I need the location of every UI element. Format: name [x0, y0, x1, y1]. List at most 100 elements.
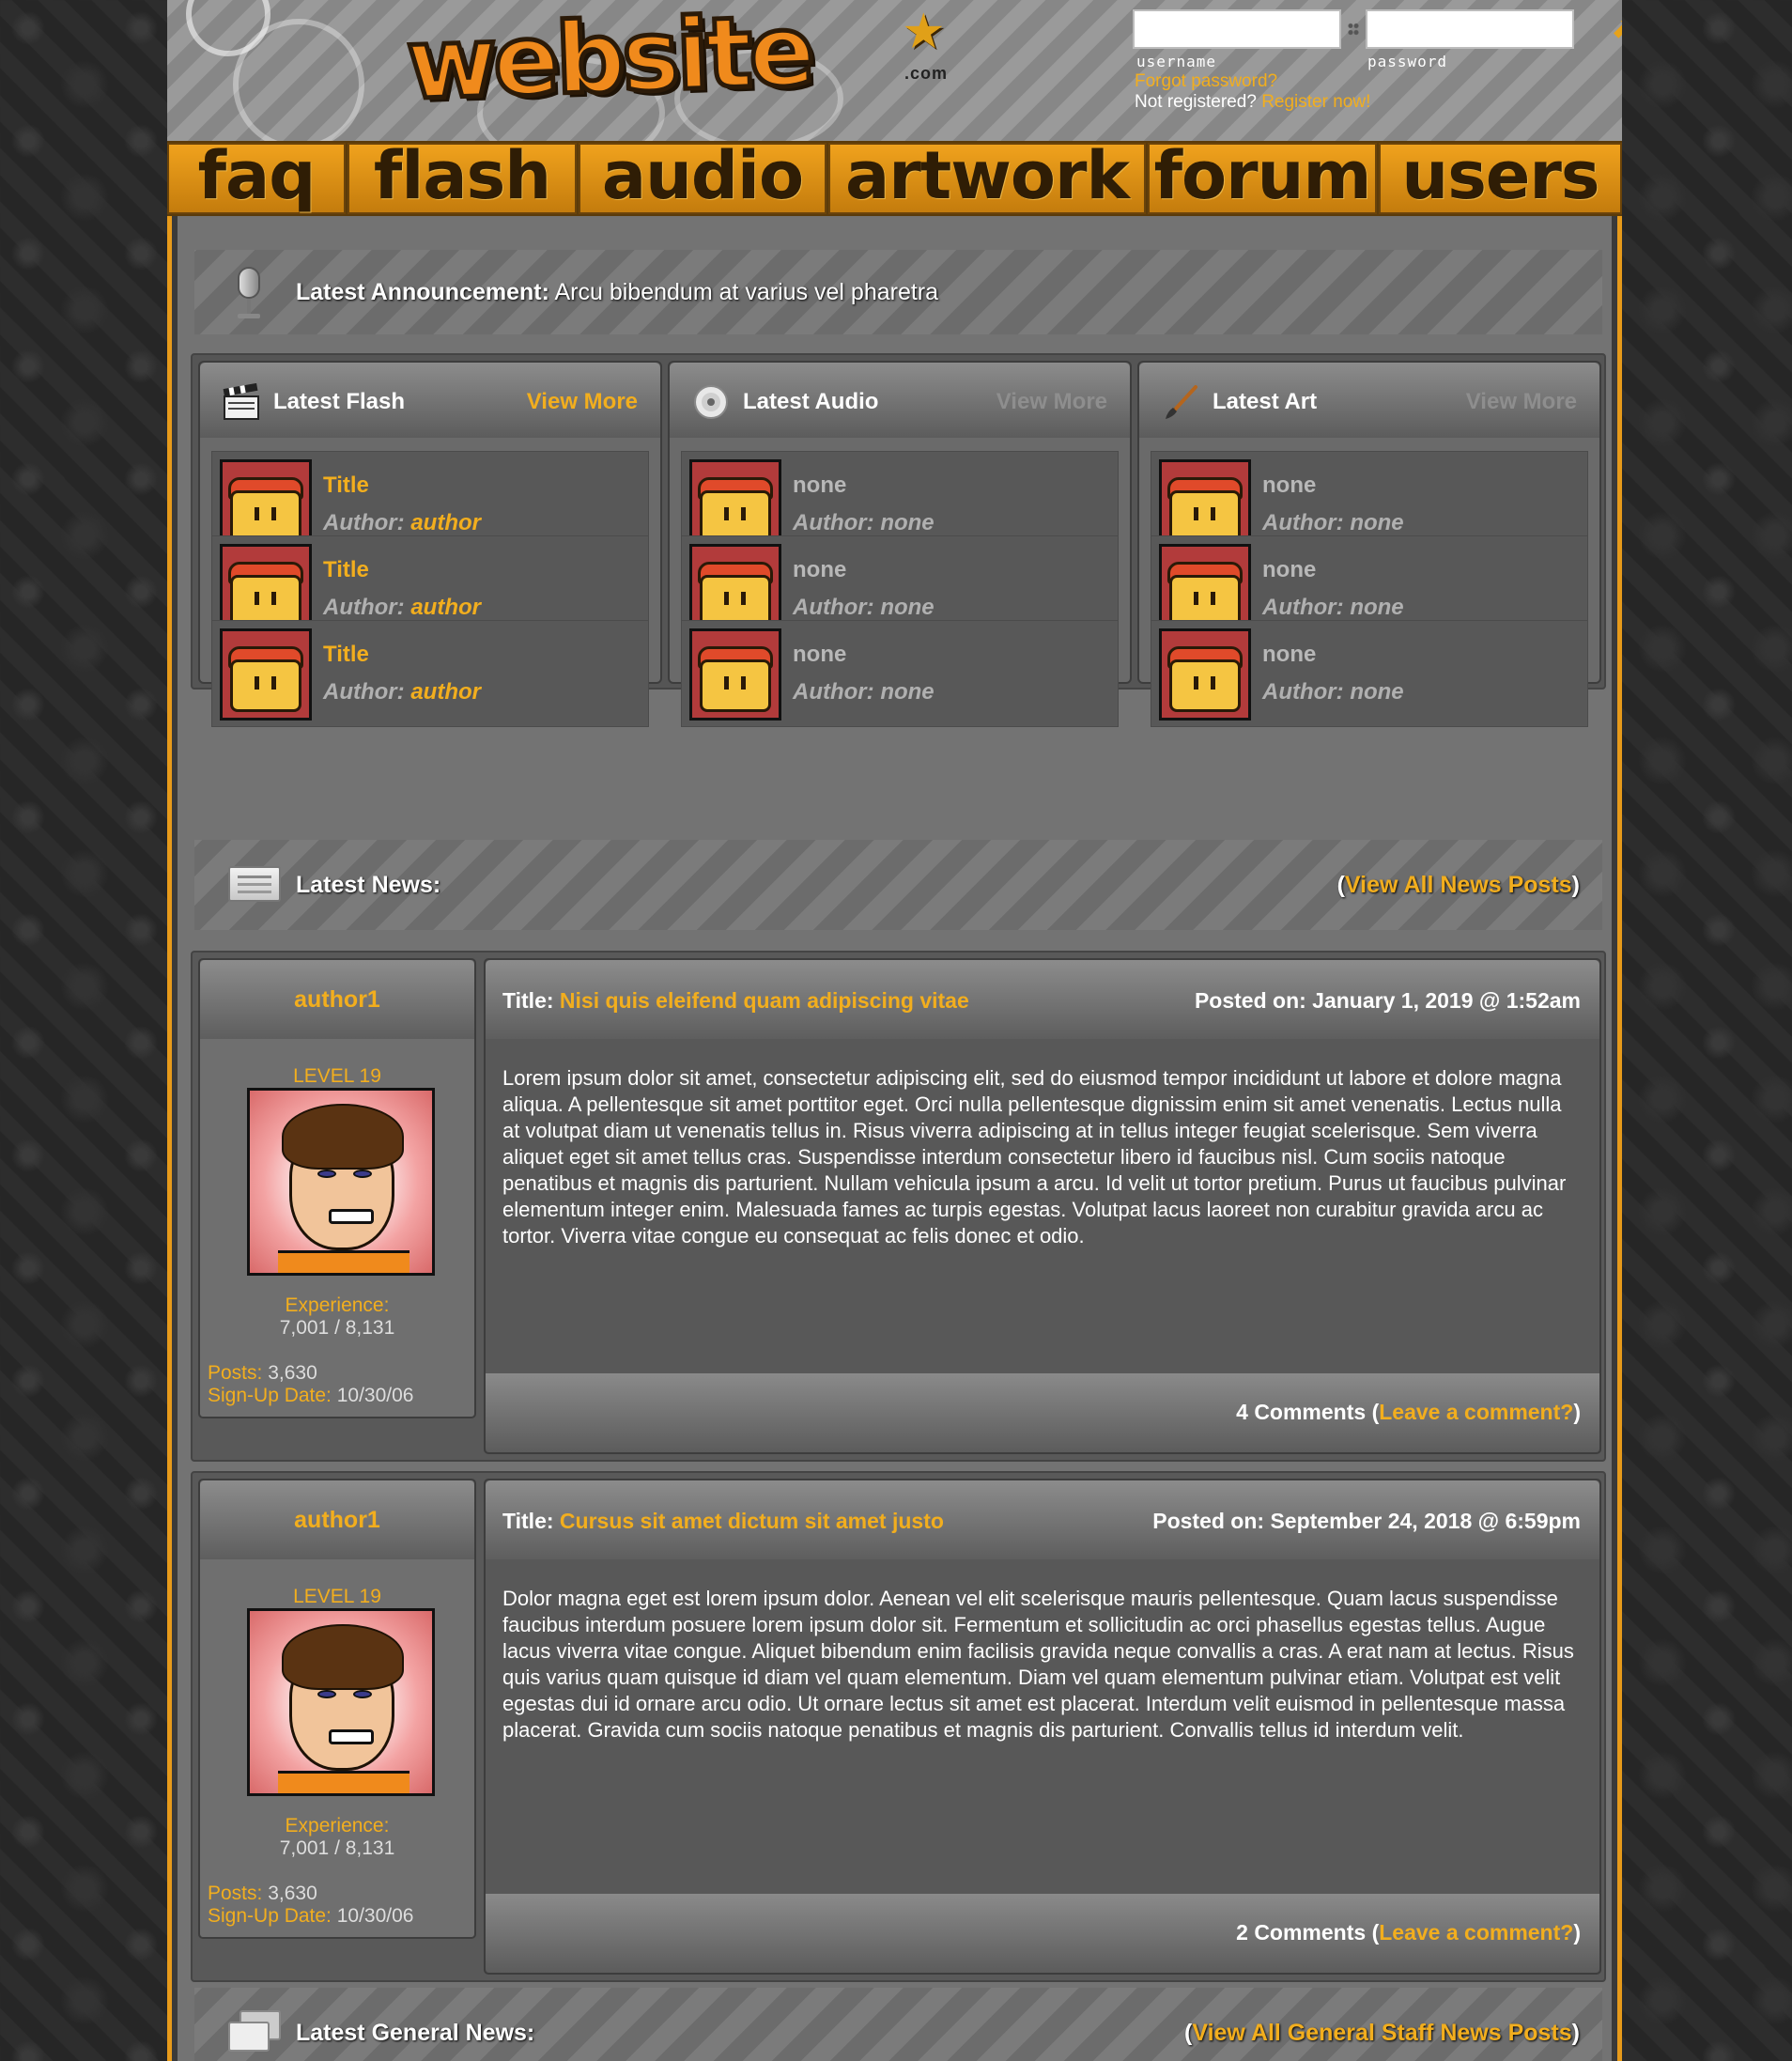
- author-label: Author:: [323, 595, 411, 620]
- item-title: none: [1262, 642, 1317, 667]
- posts-label: Posts:: [208, 1883, 263, 1904]
- item-author: Author: author: [323, 510, 481, 536]
- star-icon: ★: [902, 5, 946, 59]
- view-all-general-news-link[interactable]: View All General Staff News Posts: [1192, 2020, 1571, 2046]
- author-panel: author1 LEVEL 19 Experience: 7,001 / 8,1…: [198, 958, 476, 1418]
- paren: ): [1571, 2019, 1580, 2046]
- item-author: Author: none: [793, 595, 935, 621]
- login-form: ⬈ username password Forgot password? Not…: [1133, 9, 1622, 117]
- latest-audio-header: Latest Audio View More: [670, 363, 1130, 438]
- title-label: Title:: [502, 1509, 560, 1533]
- decorative-swirl: [233, 19, 364, 141]
- posts-count: Posts: 3,630: [208, 1883, 317, 1905]
- experience-value: 7,001 / 8,131: [279, 1837, 395, 1859]
- author-level: LEVEL 19: [293, 1065, 381, 1087]
- clapperboard-icon: [223, 383, 259, 420]
- avatar[interactable]: [247, 1608, 435, 1796]
- list-item[interactable]: none Author: none: [1151, 620, 1588, 727]
- page-wrapper: website ★ .com ⬈ username password Forgo…: [167, 0, 1622, 2061]
- username-caption: username: [1136, 53, 1217, 70]
- register-prompt: Not registered? Register now!: [1135, 92, 1370, 113]
- view-all-news-link[interactable]: View All News Posts: [1345, 872, 1572, 898]
- post-footer: 4 Comments (Leave a comment?): [486, 1373, 1599, 1452]
- author-name: none: [1350, 595, 1404, 620]
- nav-tab-label: audio: [601, 137, 804, 214]
- item-title[interactable]: Title: [323, 473, 369, 499]
- author-name[interactable]: author1: [200, 1480, 474, 1559]
- item-title: none: [793, 642, 847, 667]
- nav-tab-label: faq: [197, 137, 317, 214]
- site-logo[interactable]: website: [403, 0, 816, 124]
- latest-flash-box: Latest Flash View More Title Author: aut…: [198, 361, 662, 727]
- nav-tab-artwork[interactable]: artwork: [828, 143, 1146, 214]
- paren: (: [1336, 871, 1345, 898]
- nav-tab-forum[interactable]: forum: [1148, 143, 1377, 214]
- list-item[interactable]: none Author: none: [681, 620, 1119, 727]
- item-author: Author: none: [793, 510, 935, 536]
- author-name[interactable]: author: [410, 595, 481, 620]
- item-title: none: [793, 557, 847, 582]
- latest-audio-title: Latest Audio: [743, 389, 879, 414]
- latest-general-news-label: Latest General News:: [296, 2019, 535, 2046]
- item-author: Author: none: [793, 679, 935, 705]
- post-footer: 2 Comments (Leave a comment?): [486, 1894, 1599, 1973]
- signup-value: 10/30/06: [331, 1905, 414, 1927]
- password-input[interactable]: [1366, 9, 1574, 49]
- paintbrush-icon: [1166, 385, 1197, 419]
- author-panel: author1 LEVEL 19 Experience: 7,001 / 8,1…: [198, 1479, 476, 1939]
- posts-value: 3,630: [262, 1883, 317, 1904]
- announcement-bar: Latest Announcement: Arcu bibendum at va…: [194, 250, 1602, 334]
- author-name[interactable]: author1: [200, 960, 474, 1039]
- paren: ): [1571, 871, 1580, 898]
- leave-comment-link[interactable]: Leave a comment?: [1379, 1920, 1573, 1945]
- view-more-audio-link[interactable]: View More: [996, 389, 1107, 415]
- register-link[interactable]: Register now!: [1261, 92, 1370, 112]
- latest-art-header: Latest Art View More: [1139, 363, 1599, 438]
- post-body: Lorem ipsum dolor sit amet, consectetur …: [502, 1066, 1567, 1247]
- item-title[interactable]: Title: [323, 642, 369, 668]
- comments-count: 4 Comments (: [1236, 1400, 1380, 1424]
- view-all-general-news: (View All General Staff News Posts): [1184, 2020, 1580, 2047]
- forgot-password-link[interactable]: Forgot password?: [1135, 71, 1277, 92]
- nav-tab-flash[interactable]: flash: [348, 143, 577, 214]
- view-more-art-link[interactable]: View More: [1466, 389, 1577, 415]
- leave-comment-link[interactable]: Leave a comment?: [1379, 1400, 1573, 1424]
- author-label: Author:: [793, 510, 881, 535]
- author-label: Author:: [1262, 510, 1351, 535]
- nav-tab-users[interactable]: users: [1379, 143, 1622, 214]
- avatar[interactable]: [247, 1088, 435, 1276]
- item-author: Author: none: [1262, 679, 1404, 705]
- username-input[interactable]: [1133, 9, 1341, 49]
- nav-tab-audio[interactable]: audio: [579, 143, 826, 214]
- list-item[interactable]: Title Author: author: [211, 620, 649, 727]
- thumbnail: [689, 628, 781, 721]
- item-author: Author: none: [1262, 510, 1404, 536]
- site-header: website ★ .com ⬈ username password Forgo…: [167, 0, 1622, 141]
- experience-label: Experience:: [285, 1294, 390, 1316]
- nav-tab-faq[interactable]: faq: [167, 143, 346, 214]
- post-header: Title: Nisi quis eleifend quam adipiscin…: [486, 960, 1599, 1039]
- experience-label: Experience:: [285, 1815, 390, 1836]
- post-title-link[interactable]: Cursus sit amet dictum sit amet justo: [560, 1509, 944, 1533]
- main-nav: faq flash audio artwork forum users: [167, 141, 1622, 216]
- signup-label: Sign-Up Date:: [208, 1905, 332, 1927]
- announcement-label: Latest Announcement:: [296, 278, 549, 305]
- arrow-icon[interactable]: ⬈: [1608, 15, 1622, 43]
- posts-value: 3,630: [262, 1362, 317, 1384]
- view-more-flash-link[interactable]: View More: [527, 389, 638, 415]
- author-name[interactable]: author: [410, 510, 481, 535]
- latest-art-box: Latest Art View More none Author: none n…: [1137, 361, 1601, 727]
- comments: 2 Comments (Leave a comment?): [1236, 1920, 1581, 1945]
- item-title[interactable]: Title: [323, 557, 369, 583]
- post-body: Dolor magna eget est lorem ipsum dolor. …: [502, 1587, 1574, 1742]
- posts-label: Posts:: [208, 1362, 263, 1384]
- announcement-text: Latest Announcement: Arcu bibendum at va…: [296, 279, 938, 306]
- author-name[interactable]: author: [410, 679, 481, 705]
- post-title-link[interactable]: Nisi quis eleifend quam adipiscing vitae: [560, 988, 969, 1013]
- news-post: author1 LEVEL 19 Experience: 7,001 / 8,1…: [191, 951, 1606, 1462]
- post-panel: Title: Cursus sit amet dictum sit amet j…: [484, 1479, 1601, 1975]
- comments: 4 Comments (Leave a comment?): [1236, 1400, 1581, 1425]
- comments-count: 2 Comments (: [1236, 1920, 1380, 1945]
- password-caption: password: [1367, 53, 1448, 70]
- cd-icon: [694, 385, 728, 419]
